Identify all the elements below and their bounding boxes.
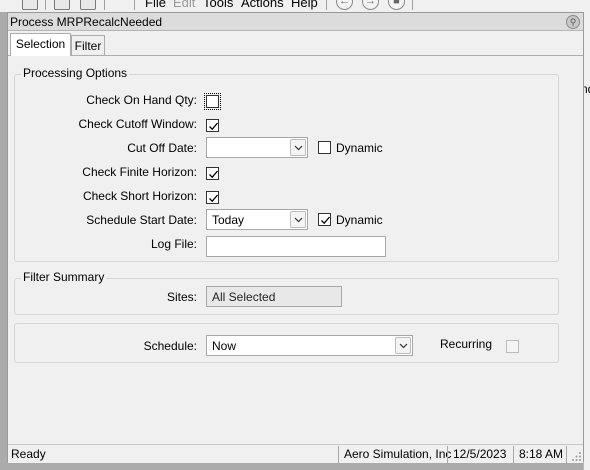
- check-finite-horizon-label: Check Finite Horizon:: [82, 165, 197, 179]
- chevron-down-icon: [399, 343, 408, 349]
- pin-icon[interactable]: ⚲: [566, 15, 580, 29]
- window-titlebar: Process MRPRecalcNeeded ⚲: [8, 13, 583, 31]
- log-file-label: Log File:: [150, 237, 197, 251]
- back-arrow-icon[interactable]: ←: [336, 0, 353, 10]
- email-icon[interactable]: [80, 0, 96, 10]
- background-text: nd: [584, 82, 590, 96]
- check-on-hand-qty-label: Check On Hand Qty:: [86, 93, 197, 107]
- schedule-start-date-label: Schedule Start Date:: [86, 213, 197, 227]
- toolbar-separator: [412, 0, 413, 10]
- app-toolbar: File Edit Tools Actions Help ← → ■: [0, 0, 590, 12]
- filter-summary-label: Filter Summary: [21, 270, 107, 284]
- chevron-down-icon: [294, 145, 303, 151]
- menu-tools[interactable]: Tools: [203, 0, 233, 10]
- cut-off-date-dynamic-checkbox[interactable]: [318, 141, 331, 154]
- chevron-down-icon: [294, 217, 303, 223]
- checkmark-icon: [321, 216, 330, 225]
- status-time: 8:18 AM: [519, 447, 564, 461]
- processing-options-label: Processing Options: [21, 66, 130, 80]
- schedule-start-date-dynamic-label: Dynamic: [336, 213, 383, 227]
- cut-off-date-dynamic-label: Dynamic: [336, 141, 383, 155]
- menu-help[interactable]: Help: [291, 0, 318, 10]
- schedule-label: Schedule:: [143, 339, 197, 353]
- check-on-hand-qty-checkbox[interactable]: [204, 93, 221, 110]
- cut-off-date-dropdown-button[interactable]: [290, 139, 306, 156]
- toolbar-separator: [326, 0, 327, 10]
- recurring-label: Recurring: [440, 337, 493, 351]
- toolbar-separator: [45, 0, 46, 10]
- toolbar-separator: [134, 0, 135, 10]
- forward-arrow-icon[interactable]: →: [362, 0, 379, 10]
- menu-file[interactable]: File: [145, 0, 166, 10]
- tab-filter[interactable]: Filter: [71, 35, 105, 56]
- schedule-value: Now: [212, 339, 237, 353]
- toolbar-separator: [104, 0, 105, 10]
- stop-icon[interactable]: ■: [388, 0, 405, 10]
- sites-field: All Selected: [206, 286, 342, 307]
- cut-off-date-label: Cut Off Date:: [127, 141, 197, 155]
- checkmark-icon: [209, 194, 218, 203]
- check-cutoff-window-checkbox[interactable]: [206, 119, 219, 132]
- edit-pencil-icon[interactable]: [22, 0, 38, 10]
- resize-grip-icon[interactable]: [572, 452, 582, 462]
- schedule-start-date-combo[interactable]: Today: [206, 209, 308, 230]
- tab-selection[interactable]: Selection: [10, 33, 71, 56]
- status-divider: [566, 446, 567, 463]
- status-divider: [513, 446, 514, 463]
- schedule-start-date-dynamic-checkbox[interactable]: [318, 213, 331, 226]
- window-title: Process MRPRecalcNeeded: [10, 15, 163, 29]
- process-window: Process MRPRecalcNeeded ⚲ Selection Filt…: [7, 12, 584, 463]
- background-panel: nd: [583, 12, 590, 470]
- schedule-dropdown-button[interactable]: [395, 337, 411, 354]
- sites-value: All Selected: [212, 290, 276, 304]
- status-divider: [447, 446, 448, 463]
- check-short-horizon-checkbox[interactable]: [206, 191, 219, 204]
- checkmark-icon: [209, 122, 218, 131]
- check-short-horizon-label: Check Short Horizon:: [82, 189, 197, 203]
- check-finite-horizon-checkbox[interactable]: [206, 167, 219, 180]
- checkmark-icon: [209, 170, 218, 179]
- schedule-combo[interactable]: Now: [206, 335, 413, 356]
- tab-strip-border: [8, 55, 583, 56]
- status-divider: [338, 446, 339, 463]
- log-file-input[interactable]: [206, 236, 386, 257]
- recurring-checkbox[interactable]: [506, 340, 519, 353]
- check-cutoff-window-label: Check Cutoff Window:: [78, 117, 198, 131]
- status-date: 12/5/2023: [453, 447, 507, 461]
- cut-off-date-combo[interactable]: [206, 137, 308, 158]
- status-text: Ready: [11, 447, 46, 461]
- menu-actions[interactable]: Actions: [241, 0, 284, 10]
- menu-edit[interactable]: Edit: [173, 0, 195, 10]
- schedule-start-date-dropdown-button[interactable]: [290, 211, 306, 228]
- status-bar: Ready Aero Simulation, Inc 12/5/2023 8:1…: [8, 444, 583, 463]
- sites-label: Sites:: [166, 290, 197, 304]
- schedule-start-date-value: Today: [212, 213, 245, 227]
- status-company: Aero Simulation, Inc: [344, 447, 452, 461]
- copy-icon[interactable]: [54, 0, 70, 10]
